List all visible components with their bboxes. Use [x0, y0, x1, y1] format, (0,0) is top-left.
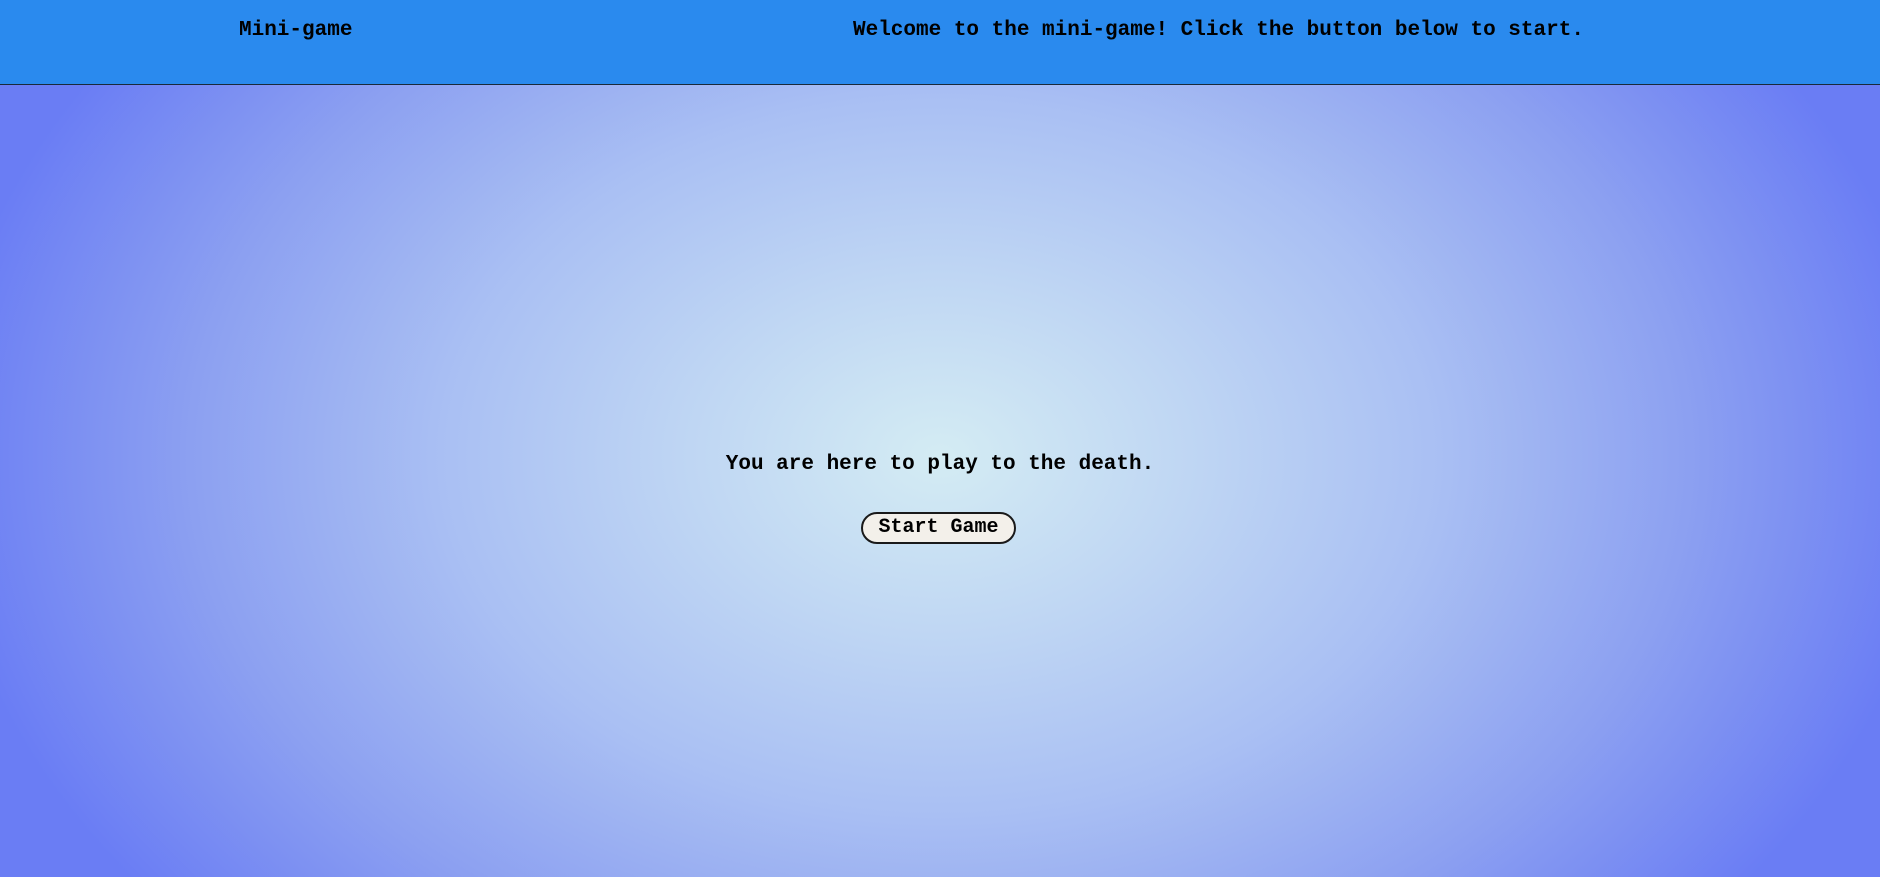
welcome-message: Welcome to the mini-game! Click the butt… [853, 19, 1584, 42]
game-area: You are here to play to the death. Start… [0, 86, 1880, 877]
top-header: Mini-game Welcome to the mini-game! Clic… [0, 0, 1880, 85]
tagline-text: You are here to play to the death. [725, 453, 1155, 476]
app-title: Mini-game [239, 19, 353, 42]
start-game-button[interactable]: Start Game [861, 512, 1016, 544]
